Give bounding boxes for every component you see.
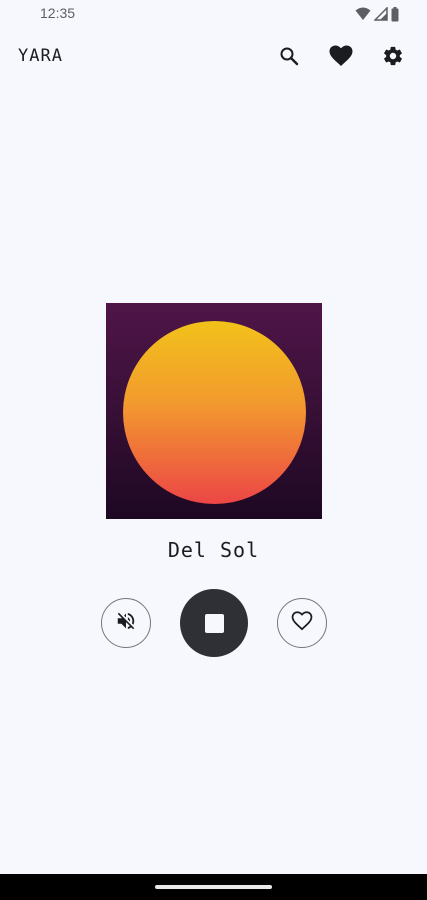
battery-icon bbox=[391, 6, 399, 22]
search-icon bbox=[279, 46, 299, 70]
signal-icon bbox=[374, 7, 388, 21]
stop-icon bbox=[204, 613, 224, 633]
stop-button[interactable] bbox=[180, 589, 248, 657]
heart-outline-icon bbox=[291, 611, 313, 635]
wifi-icon bbox=[355, 7, 371, 21]
status-bar: 12:35 bbox=[0, 0, 427, 28]
favorite-button[interactable] bbox=[277, 598, 327, 648]
gear-icon bbox=[382, 45, 404, 71]
heart-icon bbox=[329, 45, 353, 71]
mute-button[interactable] bbox=[101, 598, 151, 648]
home-gesture-handle[interactable] bbox=[155, 885, 272, 889]
status-icons bbox=[355, 6, 399, 22]
track-title: Del Sol bbox=[167, 538, 260, 562]
settings-button[interactable] bbox=[373, 44, 413, 72]
app-actions bbox=[257, 44, 413, 72]
search-button[interactable] bbox=[269, 44, 309, 72]
navigation-bar bbox=[0, 874, 427, 900]
artwork-sun bbox=[123, 321, 306, 504]
favorites-button[interactable] bbox=[321, 44, 361, 72]
app-bar: YARA bbox=[0, 36, 427, 80]
status-time: 12:35 bbox=[40, 5, 76, 21]
album-artwork bbox=[106, 303, 322, 519]
volume-off-icon bbox=[115, 610, 137, 636]
app-title: YARA bbox=[18, 46, 63, 66]
